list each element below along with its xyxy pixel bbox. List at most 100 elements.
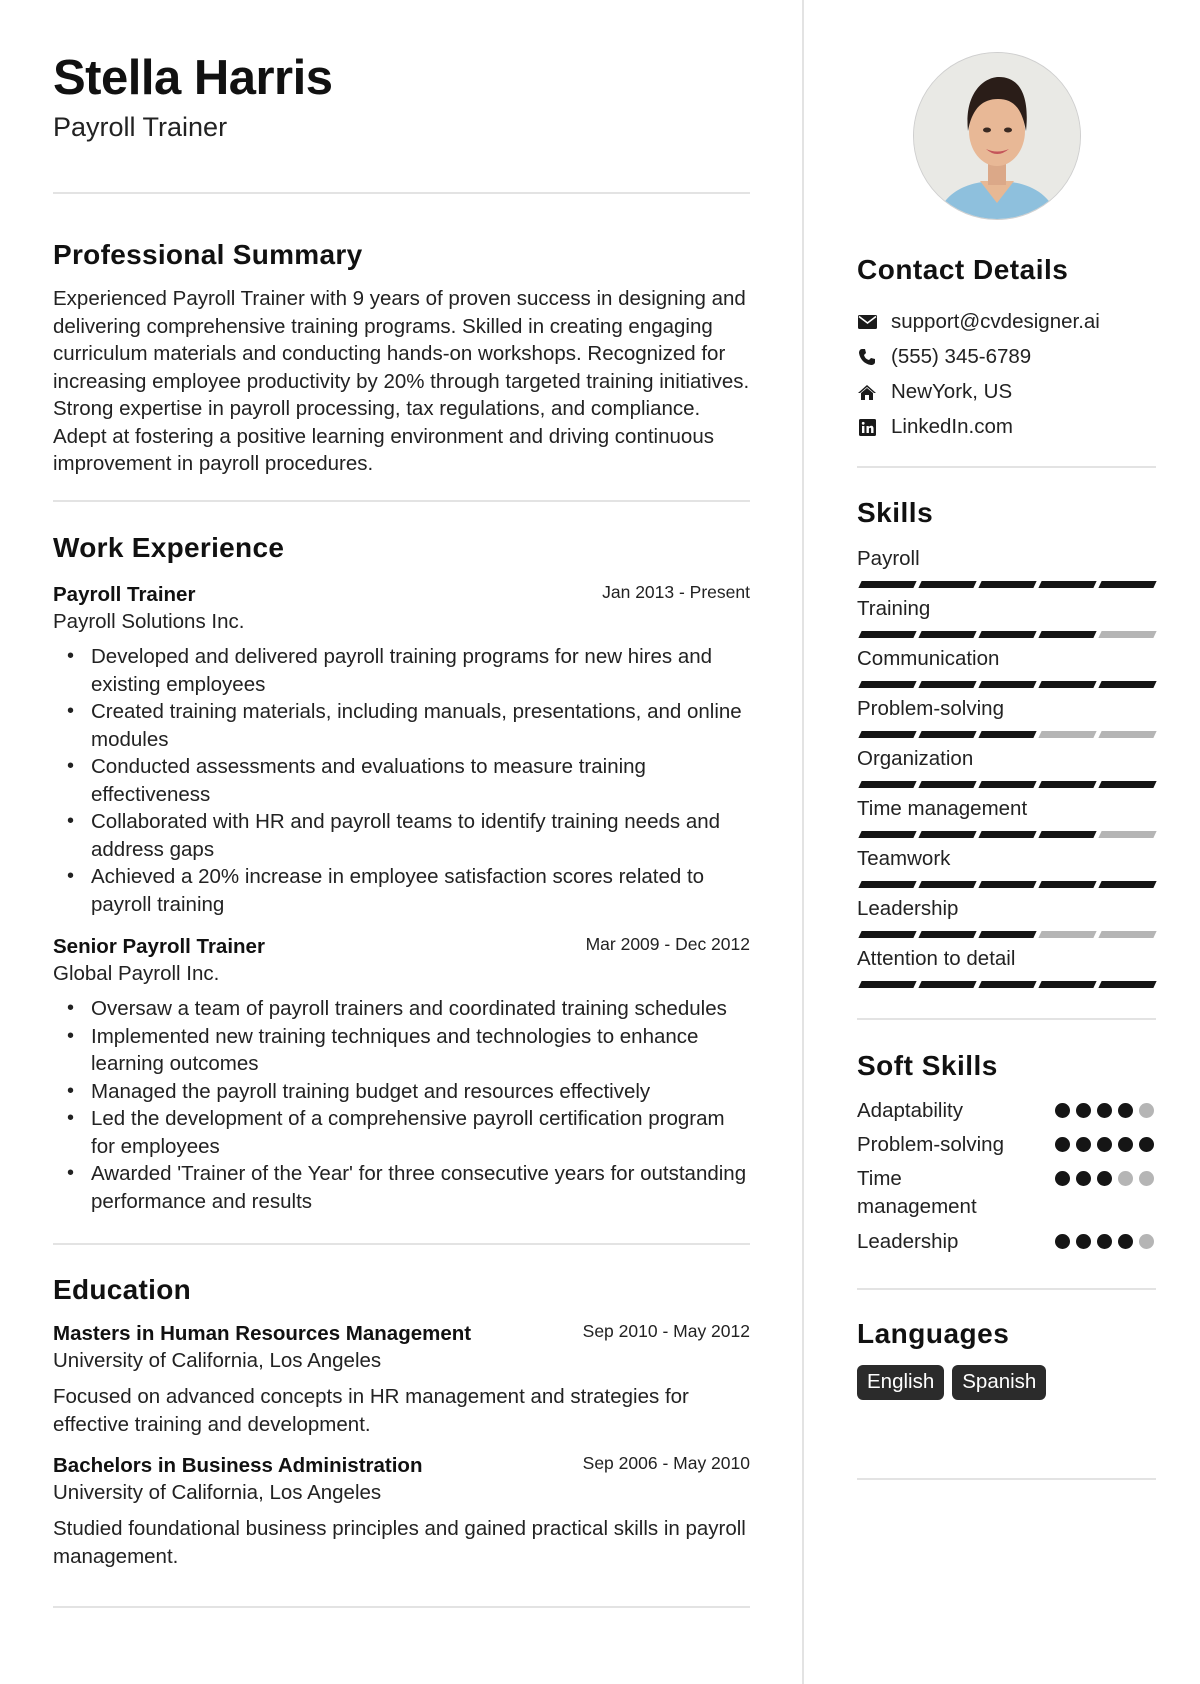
job-bullet: Managed the payroll training budget and … <box>67 1078 750 1106</box>
profile-photo-illustration <box>914 53 1080 219</box>
rating-dot-filled <box>1076 1171 1091 1186</box>
skill-segment-filled <box>918 631 977 638</box>
contact-phone[interactable]: (555) 345-6789 <box>857 342 1031 372</box>
experience-divider <box>53 1243 750 1245</box>
soft-skill-rating <box>1055 1137 1154 1152</box>
skill-segment-filled <box>1038 681 1097 688</box>
skill-segment-empty <box>1098 731 1157 738</box>
job-bullet: Implemented new training techniques and … <box>67 1023 750 1078</box>
rating-dot-filled <box>1055 1234 1070 1249</box>
skill-item: Leadership <box>857 895 1157 938</box>
summary-heading: Professional Summary <box>53 239 363 270</box>
rating-dot-filled <box>1139 1137 1154 1152</box>
skill-item: Attention to detail <box>857 945 1157 988</box>
rating-dot-filled <box>1055 1137 1070 1152</box>
rating-dot-filled <box>1097 1171 1112 1186</box>
header-divider <box>53 192 750 194</box>
soft-skill-name: Time management <box>857 1167 977 1218</box>
soft-skill-rating <box>1055 1103 1154 1118</box>
skill-segment-filled <box>978 931 1037 938</box>
job-bullet: Led the development of a comprehensive p… <box>67 1105 750 1160</box>
education-description: Focused on advanced concepts in HR manag… <box>53 1385 689 1436</box>
rating-dot-empty <box>1118 1171 1133 1186</box>
job-bullets: Developed and delivered payroll training… <box>53 643 750 918</box>
contact-linkedin-text: LinkedIn.com <box>891 415 1013 438</box>
rating-dot-empty <box>1139 1171 1154 1186</box>
skill-segment-filled <box>1038 981 1097 988</box>
skill-level-bar <box>857 981 1157 988</box>
job-company: Global Payroll Inc. <box>53 962 220 985</box>
rating-dot-empty <box>1139 1103 1154 1118</box>
skill-segment-filled <box>1038 581 1097 588</box>
contact-phone-text: (555) 345-6789 <box>891 345 1032 368</box>
soft-skill-name: Adaptability <box>857 1099 963 1122</box>
rating-dot-filled <box>1118 1234 1133 1249</box>
soft-skill-item: Adaptability <box>857 1097 1156 1125</box>
candidate-title: Payroll Trainer <box>53 112 228 142</box>
soft-skill-name: Problem-solving <box>857 1133 1004 1156</box>
skill-segment-empty <box>1038 931 1097 938</box>
skill-segment-filled <box>858 631 917 638</box>
skill-level-bar <box>857 581 1157 588</box>
soft-skills-divider <box>857 1288 1156 1290</box>
skill-segment-filled <box>1038 781 1097 788</box>
skill-item: Training <box>857 595 1157 638</box>
job-bullet: Conducted assessments and evaluations to… <box>67 753 750 808</box>
job-bullets: Oversaw a team of payroll trainers and c… <box>53 995 750 1215</box>
job-bullet: Oversaw a team of payroll trainers and c… <box>67 995 750 1023</box>
skill-segment-empty <box>1038 731 1097 738</box>
education-heading: Education <box>53 1274 192 1305</box>
skill-level-bar <box>857 731 1157 738</box>
skill-segment-filled <box>1098 581 1157 588</box>
rating-dot-filled <box>1076 1103 1091 1118</box>
job-bullet: Created training materials, including ma… <box>67 698 750 753</box>
skill-segment-filled <box>978 781 1037 788</box>
skill-segment-filled <box>918 981 977 988</box>
skill-item: Teamwork <box>857 845 1157 888</box>
skill-name: Teamwork <box>857 847 951 870</box>
skill-segment-filled <box>1098 681 1157 688</box>
home-icon <box>857 382 877 402</box>
skill-name: Time management <box>857 797 1028 820</box>
skill-name: Organization <box>857 747 974 770</box>
contact-email[interactable]: support@cvdesigner.ai <box>857 307 1100 337</box>
contact-heading: Contact Details <box>857 254 1069 285</box>
skill-segment-filled <box>858 831 917 838</box>
skill-level-bar <box>857 681 1157 688</box>
skill-item: Communication <box>857 645 1157 688</box>
summary-text: Experienced Payroll Trainer with 9 years… <box>53 287 750 475</box>
job-company: Payroll Solutions Inc. <box>53 610 245 633</box>
skill-segment-filled <box>1098 781 1157 788</box>
skill-level-bar <box>857 631 1157 638</box>
skill-segment-filled <box>1098 881 1157 888</box>
skill-name: Training <box>857 597 931 620</box>
skill-segment-filled <box>1038 831 1097 838</box>
soft-skill-name: Leadership <box>857 1230 959 1253</box>
skill-segment-filled <box>858 731 917 738</box>
skill-segment-empty <box>1098 831 1157 838</box>
contact-divider <box>857 466 1156 468</box>
skill-segment-filled <box>978 881 1037 888</box>
skill-item: Time management <box>857 795 1157 838</box>
contact-location: NewYork, US <box>857 377 1012 407</box>
rating-dot-filled <box>1097 1103 1112 1118</box>
contact-email-text: support@cvdesigner.ai <box>891 310 1100 333</box>
education-date: Sep 2006 - May 2010 <box>582 1453 750 1473</box>
skill-segment-filled <box>918 781 977 788</box>
skill-segment-filled <box>978 681 1037 688</box>
degree-title: Masters in Human Resources Management <box>53 1322 472 1345</box>
skill-segment-filled <box>1038 881 1097 888</box>
skill-item: Organization <box>857 745 1157 788</box>
skill-item: Problem-solving <box>857 695 1157 738</box>
skill-segment-filled <box>918 581 977 588</box>
job-bullet: Awarded 'Trainer of the Year' for three … <box>67 1160 750 1215</box>
contact-linkedin[interactable]: LinkedIn.com <box>857 412 1013 442</box>
skill-segment-empty <box>1098 631 1157 638</box>
skill-segment-filled <box>858 931 917 938</box>
soft-skill-rating <box>1055 1234 1154 1249</box>
experience-heading: Work Experience <box>53 532 285 563</box>
rating-dot-filled <box>1118 1103 1133 1118</box>
soft-skills-heading: Soft Skills <box>857 1050 998 1081</box>
rating-dot-filled <box>1076 1234 1091 1249</box>
skills-heading: Skills <box>857 497 934 528</box>
